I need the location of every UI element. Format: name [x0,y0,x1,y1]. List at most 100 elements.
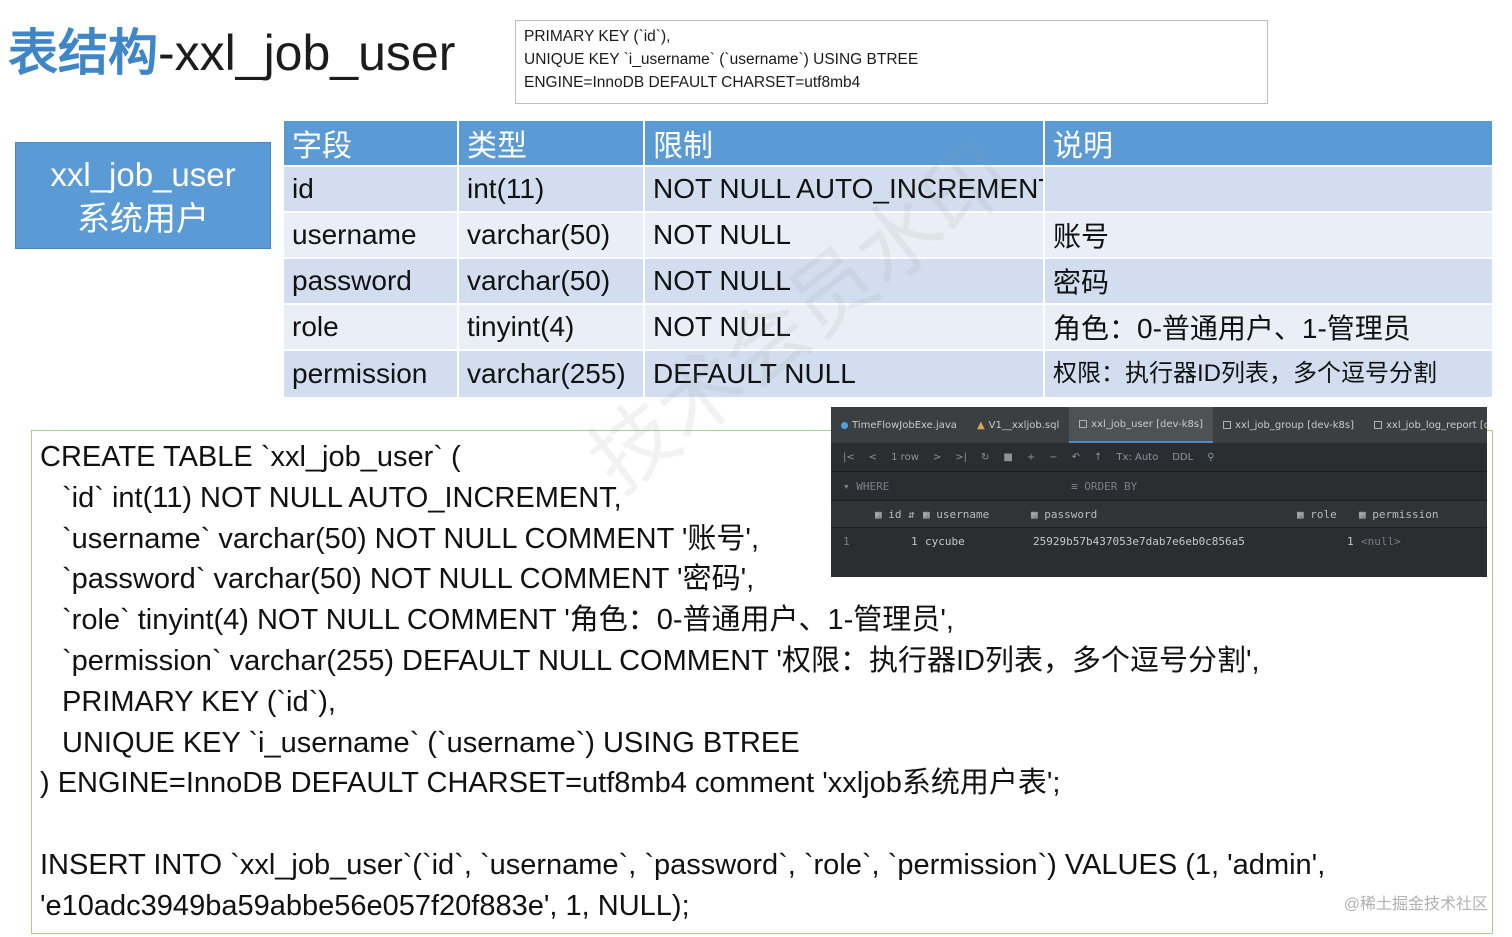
sql-file-icon: ▲ [976,419,985,431]
table-cell: varchar(255) [459,351,645,399]
search-icon[interactable]: ⚲ [1207,452,1214,463]
ide-grid-header: ▦ id ⇵ ▦ username ▦ password ▦ role ▦ pe… [831,501,1487,528]
sql-blank-line [40,804,1492,845]
column-name: password [1044,507,1098,521]
sql-line: 'e10adc3949ba59abbe56e057f20f883e', 1, N… [40,889,690,922]
ide-tab[interactable]: ▲ V1__xxljob.sql [967,407,1069,443]
stop-icon[interactable]: ■ [1003,452,1012,463]
title-table-name: -xxl_job_user [158,25,456,81]
remove-row-icon[interactable]: − [1049,452,1057,463]
table-cell [1045,167,1494,213]
ide-tab-active[interactable]: xxl_job_user [dev-k8s] [1069,407,1213,443]
ide-tab[interactable]: TimeFlowJobExe.java [831,407,967,443]
note-line: UNIQUE KEY `i_username` (`username`) USI… [524,51,919,68]
where-filter[interactable]: ▾ WHERE [843,480,889,493]
column-header-username[interactable]: ▦ username [923,508,989,521]
tx-mode-select[interactable]: Tx: Auto [1116,452,1158,463]
entity-label-box: xxl_job_user 系统用户 [15,142,271,249]
where-label: WHERE [856,479,890,493]
table-row: password varchar(50) NOT NULL 密码 [284,259,1494,305]
schema-table: 字段 类型 限制 说明 id int(11) NOT NULL AUTO_INC… [284,121,1494,399]
ide-tab[interactable]: xxl_job_group [dev-k8s] [1213,407,1364,443]
cell-permission[interactable]: <null> [1361,535,1401,548]
ide-tab-label: V1__xxljob.sql [988,419,1060,431]
order-by-label: ORDER BY [1084,479,1138,493]
column-header-password[interactable]: ▦ password [1031,508,1097,521]
cell-username[interactable]: cycube [925,535,965,548]
schema-header-row: 字段 类型 限制 说明 [284,121,1494,167]
column-name: username [936,507,990,521]
table-cell: tinyint(4) [459,305,645,351]
page-title: 表结构-xxl_job_user [8,22,455,84]
column-header-role[interactable]: ▦ role [1297,508,1337,521]
table-row: permission varchar(255) DEFAULT NULL 权限：… [284,351,1494,399]
note-line: ENGINE=InnoDB DEFAULT CHARSET=utf8mb4 [524,74,861,91]
schema-header-cell: 说明 [1045,121,1494,167]
table-cell: permission [284,351,459,399]
table-cell: NOT NULL AUTO_INCREMENT [645,167,1045,213]
column-name: id [888,507,902,521]
row-number: 1 [843,534,850,548]
submit-icon[interactable]: ↑ [1094,452,1102,463]
schema-header-cell: 限制 [645,121,1045,167]
refresh-icon[interactable]: ↻ [981,452,989,463]
schema-header-cell: 字段 [284,121,459,167]
table-cell: varchar(50) [459,259,645,305]
note-line: PRIMARY KEY (`id`), [524,28,671,45]
order-by-filter[interactable]: ≡ ORDER BY [1071,480,1137,493]
sql-line: PRIMARY KEY (`id`), [62,685,336,718]
java-file-icon [841,421,848,429]
table-cell: NOT NULL [645,259,1045,305]
table-cell: 密码 [1045,259,1494,305]
table-cell: NOT NULL [645,213,1045,259]
next-page-icon[interactable]: > [933,452,941,463]
row-count[interactable]: 1 row [891,452,919,463]
column-header-id[interactable]: ▦ id ⇵ [875,508,915,521]
table-cell: username [284,213,459,259]
revert-icon[interactable]: ↶ [1072,452,1080,463]
ide-toolbar: |< < 1 row > >| ↻ ■ + − ↶ ↑ Tx: Auto DDL… [831,443,1487,472]
sql-line: `permission` varchar(255) DEFAULT NULL C… [62,644,1260,677]
sql-line: UNIQUE KEY `i_username` (`username`) USI… [62,726,800,759]
table-cell: 权限：执行器ID列表，多个逗号分割 [1045,351,1494,399]
ide-grid-row[interactable]: 1 1 cycube 25929b57b437053e7dab7e6eb0c85… [831,528,1487,554]
ide-screenshot: TimeFlowJobExe.java ▲ V1__xxljob.sql xxl… [831,407,1487,577]
table-cell: role [284,305,459,351]
table-cell: 角色：0-普通用户、1-管理员 [1045,305,1494,351]
column-name: role [1310,507,1337,521]
table-icon [1374,421,1383,429]
constraint-note-box: PRIMARY KEY (`id`), UNIQUE KEY `i_userna… [515,20,1268,104]
table-cell: DEFAULT NULL [645,351,1045,399]
prev-page-icon[interactable]: < [869,452,877,463]
sql-line: INSERT INTO `xxl_job_user`(`id`, `userna… [40,848,1326,881]
table-row: id int(11) NOT NULL AUTO_INCREMENT [284,167,1494,213]
sql-line: ) ENGINE=InnoDB DEFAULT CHARSET=utf8mb4 … [40,767,1061,800]
ide-tab-bar: TimeFlowJobExe.java ▲ V1__xxljob.sql xxl… [831,407,1487,443]
column-header-permission[interactable]: ▦ permission [1359,508,1438,521]
table-row: role tinyint(4) NOT NULL 角色：0-普通用户、1-管理员 [284,305,1494,351]
entity-name: xxl_job_user [50,156,236,193]
ddl-button[interactable]: DDL [1172,452,1193,463]
ide-tab-label: TimeFlowJobExe.java [852,419,957,431]
table-cell: int(11) [459,167,645,213]
table-cell: id [284,167,459,213]
table-cell: 账号 [1045,213,1494,259]
last-page-icon[interactable]: >| [955,452,967,463]
cell-id[interactable]: 1 [911,535,918,548]
cell-role[interactable]: 1 [1347,535,1354,548]
ide-tab-label: xxl_job_user [dev-k8s] [1091,418,1203,430]
ide-tab[interactable]: xxl_job_log_report [dev-k8 [1364,407,1487,443]
add-row-icon[interactable]: + [1027,452,1035,463]
cell-password[interactable]: 25929b57b437053e7dab7e6eb0c856a5 [1033,535,1245,548]
schema-header-cell: 类型 [459,121,645,167]
table-cell: NOT NULL [645,305,1045,351]
ide-tab-label: xxl_job_group [dev-k8s] [1235,419,1355,431]
column-name: permission [1372,507,1439,521]
first-page-icon[interactable]: |< [843,452,855,463]
table-row: username varchar(50) NOT NULL 账号 [284,213,1494,259]
table-icon [1223,421,1231,429]
ide-filter-bar: ▾ WHERE ≡ ORDER BY [831,472,1487,501]
ide-tab-label: xxl_job_log_report [dev-k8 [1386,419,1487,431]
title-accent: 表结构 [8,25,158,81]
source-credit: @稀土掘金技术社区 [1343,896,1488,913]
